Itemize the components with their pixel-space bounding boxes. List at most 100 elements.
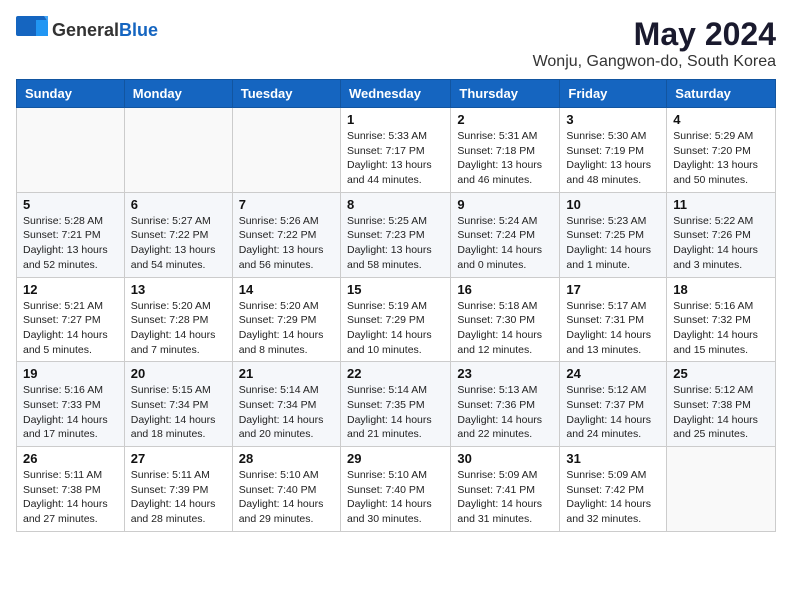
calendar-table: SundayMondayTuesdayWednesdayThursdayFrid… xyxy=(16,79,776,532)
day-info: Sunrise: 5:10 AMSunset: 7:40 PMDaylight:… xyxy=(239,468,334,527)
day-info: Sunrise: 5:29 AMSunset: 7:20 PMDaylight:… xyxy=(673,129,769,188)
calendar-cell: 9 Sunrise: 5:24 AMSunset: 7:24 PMDaylight… xyxy=(451,192,560,277)
day-info: Sunrise: 5:10 AMSunset: 7:40 PMDaylight:… xyxy=(347,468,444,527)
calendar-cell: 25Sunrise: 5:12 AMSunset: 7:38 PMDayligh… xyxy=(667,362,776,447)
day-number: 14 xyxy=(239,282,334,297)
day-header-tuesday: Tuesday xyxy=(232,80,340,108)
calendar-cell: 12 Sunrise: 5:21 AMSunset: 7:27 PMDayligh… xyxy=(17,277,125,362)
day-info: Sunrise: 5:26 AMSunset: 7:22 PMDaylight:… xyxy=(239,214,334,273)
logo-text: GeneralBlue xyxy=(52,20,158,41)
day-number: 9 xyxy=(457,197,553,212)
calendar-cell: 22 Sunrise: 5:14 AMSunset: 7:35 PMDayligh… xyxy=(340,362,450,447)
day-info: Sunrise: 5:15 AMSunset: 7:34 PMDaylight:… xyxy=(131,383,226,442)
day-info: Sunrise: 5:19 AMSunset: 7:29 PMDaylight:… xyxy=(347,299,444,358)
day-info: Sunrise: 5:33 AMSunset: 7:17 PMDaylight:… xyxy=(347,129,444,188)
day-number: 27 xyxy=(131,451,226,466)
day-number: 2 xyxy=(457,112,553,127)
day-info: Sunrise: 5:09 AMSunset: 7:42 PMDaylight:… xyxy=(566,468,660,527)
calendar-cell xyxy=(124,108,232,193)
day-info: Sunrise: 5:12 AMSunset: 7:38 PMDaylight:… xyxy=(673,383,769,442)
day-info: Sunrise: 5:24 AMSunset: 7:24 PMDaylight:… xyxy=(457,214,553,273)
day-info: Sunrise: 5:21 AMSunset: 7:27 PMDaylight:… xyxy=(23,299,118,358)
calendar-cell: 30 Sunrise: 5:09 AMSunset: 7:41 PMDayligh… xyxy=(451,447,560,532)
day-info: Sunrise: 5:14 AMSunset: 7:34 PMDaylight:… xyxy=(239,383,334,442)
calendar-cell: 31Sunrise: 5:09 AMSunset: 7:42 PMDayligh… xyxy=(560,447,667,532)
day-header-thursday: Thursday xyxy=(451,80,560,108)
day-number: 22 xyxy=(347,366,444,381)
day-header-saturday: Saturday xyxy=(667,80,776,108)
calendar-cell xyxy=(667,447,776,532)
calendar-cell: 29 Sunrise: 5:10 AMSunset: 7:40 PMDayligh… xyxy=(340,447,450,532)
calendar-cell: 19 Sunrise: 5:16 AMSunset: 7:33 PMDayligh… xyxy=(17,362,125,447)
day-number: 6 xyxy=(131,197,226,212)
calendar-cell: 3 Sunrise: 5:30 AMSunset: 7:19 PMDaylight… xyxy=(560,108,667,193)
day-info: Sunrise: 5:28 AMSunset: 7:21 PMDaylight:… xyxy=(23,214,118,273)
day-number: 24 xyxy=(566,366,660,381)
day-number: 12 xyxy=(23,282,118,297)
day-number: 21 xyxy=(239,366,334,381)
calendar-cell: 11 Sunrise: 5:22 AMSunset: 7:26 PMDayligh… xyxy=(667,192,776,277)
calendar-cell: 16Sunrise: 5:18 AMSunset: 7:30 PMDayligh… xyxy=(451,277,560,362)
calendar-subtitle: Wonju, Gangwon-do, South Korea xyxy=(533,53,776,71)
day-number: 1 xyxy=(347,112,444,127)
week-row-4: 19 Sunrise: 5:16 AMSunset: 7:33 PMDayligh… xyxy=(17,362,776,447)
day-info: Sunrise: 5:12 AMSunset: 7:37 PMDaylight:… xyxy=(566,383,660,442)
week-row-2: 5 Sunrise: 5:28 AMSunset: 7:21 PMDaylight… xyxy=(17,192,776,277)
calendar-cell: 13 Sunrise: 5:20 AMSunset: 7:28 PMDayligh… xyxy=(124,277,232,362)
calendar-cell: 8Sunrise: 5:25 AMSunset: 7:23 PMDaylight… xyxy=(340,192,450,277)
calendar-cell: 24 Sunrise: 5:12 AMSunset: 7:37 PMDayligh… xyxy=(560,362,667,447)
day-number: 7 xyxy=(239,197,334,212)
day-info: Sunrise: 5:20 AMSunset: 7:28 PMDaylight:… xyxy=(131,299,226,358)
day-number: 23 xyxy=(457,366,553,381)
day-number: 13 xyxy=(131,282,226,297)
day-info: Sunrise: 5:16 AMSunset: 7:33 PMDaylight:… xyxy=(23,383,118,442)
logo-icon xyxy=(16,16,48,44)
day-header-monday: Monday xyxy=(124,80,232,108)
day-number: 11 xyxy=(673,197,769,212)
day-header-sunday: Sunday xyxy=(17,80,125,108)
day-info: Sunrise: 5:27 AMSunset: 7:22 PMDaylight:… xyxy=(131,214,226,273)
day-number: 4 xyxy=(673,112,769,127)
calendar-cell: 21 Sunrise: 5:14 AMSunset: 7:34 PMDayligh… xyxy=(232,362,340,447)
calendar-cell xyxy=(17,108,125,193)
calendar-cell: 23Sunrise: 5:13 AMSunset: 7:36 PMDayligh… xyxy=(451,362,560,447)
day-info: Sunrise: 5:23 AMSunset: 7:25 PMDaylight:… xyxy=(566,214,660,273)
calendar-cell: 28 Sunrise: 5:10 AMSunset: 7:40 PMDayligh… xyxy=(232,447,340,532)
week-row-5: 26Sunrise: 5:11 AMSunset: 7:38 PMDayligh… xyxy=(17,447,776,532)
day-number: 8 xyxy=(347,197,444,212)
calendar-title: May 2024 xyxy=(533,16,776,53)
day-info: Sunrise: 5:30 AMSunset: 7:19 PMDaylight:… xyxy=(566,129,660,188)
calendar-cell: 15 Sunrise: 5:19 AMSunset: 7:29 PMDayligh… xyxy=(340,277,450,362)
day-info: Sunrise: 5:18 AMSunset: 7:30 PMDaylight:… xyxy=(457,299,553,358)
day-info: Sunrise: 5:20 AMSunset: 7:29 PMDaylight:… xyxy=(239,299,334,358)
day-number: 30 xyxy=(457,451,553,466)
calendar-cell: 27 Sunrise: 5:11 AMSunset: 7:39 PMDayligh… xyxy=(124,447,232,532)
day-number: 15 xyxy=(347,282,444,297)
day-number: 3 xyxy=(566,112,660,127)
calendar-cell: 6 Sunrise: 5:27 AMSunset: 7:22 PMDaylight… xyxy=(124,192,232,277)
day-info: Sunrise: 5:11 AMSunset: 7:39 PMDaylight:… xyxy=(131,468,226,527)
day-header-friday: Friday xyxy=(560,80,667,108)
calendar-cell: 4 Sunrise: 5:29 AMSunset: 7:20 PMDaylight… xyxy=(667,108,776,193)
logo: GeneralBlue xyxy=(16,16,158,44)
header: GeneralBlue May 2024 Wonju, Gangwon-do, … xyxy=(16,16,776,71)
logo-blue: Blue xyxy=(119,20,158,40)
title-section: May 2024 Wonju, Gangwon-do, South Korea xyxy=(533,16,776,71)
day-number: 19 xyxy=(23,366,118,381)
calendar-cell: 26Sunrise: 5:11 AMSunset: 7:38 PMDayligh… xyxy=(17,447,125,532)
day-number: 28 xyxy=(239,451,334,466)
day-number: 18 xyxy=(673,282,769,297)
day-number: 5 xyxy=(23,197,118,212)
calendar-cell: 2 Sunrise: 5:31 AMSunset: 7:18 PMDaylight… xyxy=(451,108,560,193)
calendar-cell: 10Sunrise: 5:23 AMSunset: 7:25 PMDayligh… xyxy=(560,192,667,277)
calendar-cell: 18Sunrise: 5:16 AMSunset: 7:32 PMDayligh… xyxy=(667,277,776,362)
day-info: Sunrise: 5:31 AMSunset: 7:18 PMDaylight:… xyxy=(457,129,553,188)
day-number: 20 xyxy=(131,366,226,381)
logo-general: General xyxy=(52,20,119,40)
calendar-cell: 7 Sunrise: 5:26 AMSunset: 7:22 PMDaylight… xyxy=(232,192,340,277)
day-number: 29 xyxy=(347,451,444,466)
day-info: Sunrise: 5:09 AMSunset: 7:41 PMDaylight:… xyxy=(457,468,553,527)
day-info: Sunrise: 5:17 AMSunset: 7:31 PMDaylight:… xyxy=(566,299,660,358)
day-info: Sunrise: 5:22 AMSunset: 7:26 PMDaylight:… xyxy=(673,214,769,273)
day-info: Sunrise: 5:14 AMSunset: 7:35 PMDaylight:… xyxy=(347,383,444,442)
